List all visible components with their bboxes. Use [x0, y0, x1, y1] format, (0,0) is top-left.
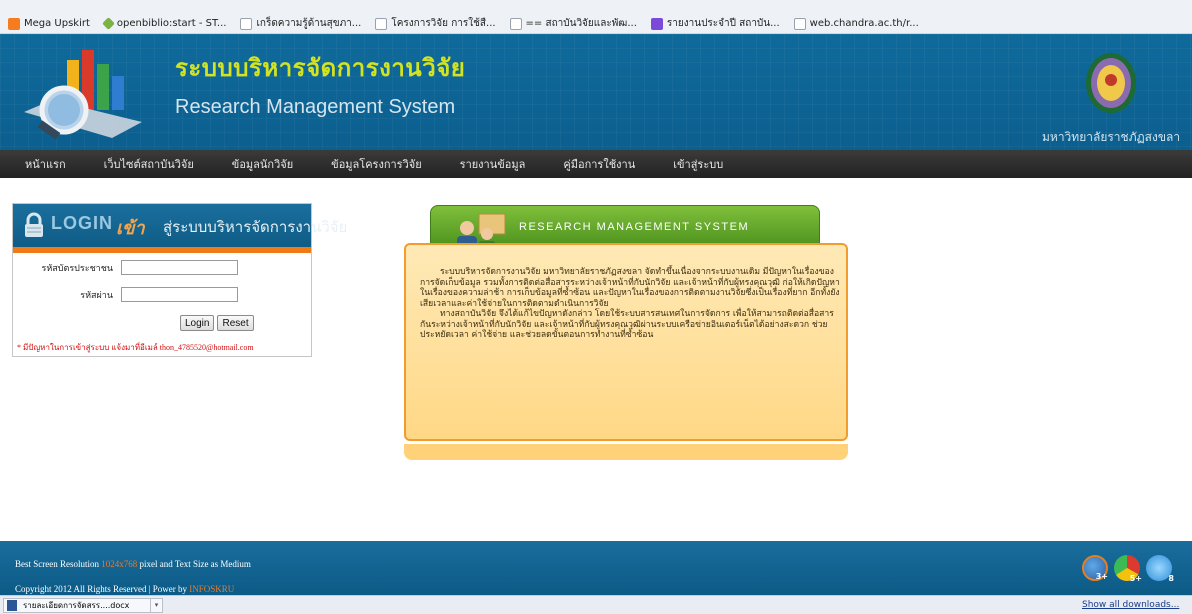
browser-top-strip — [0, 0, 1192, 14]
info-text: ระบบบริหารจัดการงานวิจัย มหาวิทยาลัยราชภ… — [420, 267, 840, 341]
university-seal-icon — [1086, 53, 1136, 113]
nav-reports[interactable]: รายงานข้อมูล — [460, 155, 526, 173]
lock-icon — [25, 212, 43, 237]
page-icon — [240, 17, 253, 30]
info-paragraph: ระบบบริหารจัดการงานวิจัย มหาวิทยาลัยราชภ… — [420, 267, 840, 309]
site-header: ระบบบริหารจัดการงานวิจัย Research Manage… — [0, 34, 1192, 150]
id-label: รหัสบัตรประชาชน — [41, 263, 113, 274]
site-footer: Best Screen Resolution 1024x768 pixel an… — [0, 541, 1192, 595]
footer-copyright: Copyright 2012 All Rights Reserved | Pow… — [15, 584, 235, 594]
reset-button[interactable]: Reset — [217, 315, 254, 331]
downloads-bar: รายละเอียดการจัดสรร....docx ▾ Show all d… — [0, 595, 1192, 614]
bookmark-item[interactable]: รายงานประจำปี สถาบัน... — [650, 16, 780, 31]
bookmark-item[interactable]: เกร็ดความรู้ด้านสุขภา... — [240, 16, 361, 31]
bookmark-item[interactable]: Mega Upskirt — [8, 17, 90, 30]
blogger-icon — [8, 17, 20, 30]
nav-researchers[interactable]: ข้อมูลนักวิจัย — [232, 155, 293, 173]
nav-institute-website[interactable]: เว็บไซต์สถาบันวิจัย — [104, 155, 194, 173]
password-label: รหัสผ่าน — [80, 290, 113, 301]
nav-manual[interactable]: คู่มือการใช้งาน — [563, 155, 635, 173]
bookmarks-bar: Mega Upskirt openbiblio:start - ST... เก… — [0, 14, 1192, 34]
report-icon — [650, 17, 663, 30]
footer-resolution: 1024x768 — [101, 559, 138, 569]
footer-resolution-note: Best Screen Resolution 1024x768 pixel an… — [15, 559, 251, 569]
chrome-icon: 5+ — [1114, 555, 1142, 583]
nav-home[interactable]: หน้าแรก — [25, 155, 66, 173]
word-document-icon — [7, 600, 17, 611]
password-row: รหัสผ่าน — [13, 287, 238, 302]
show-all-downloads-link[interactable]: Show all downloads... — [1082, 600, 1179, 610]
login-buttons: Login Reset — [180, 315, 254, 331]
login-button[interactable]: Login — [180, 315, 215, 331]
download-item[interactable]: รายละเอียดการจัดสรร....docx ▾ — [3, 598, 163, 613]
firefox-icon: 3+ — [1082, 555, 1108, 581]
bookmark-item[interactable]: openbiblio:start - ST... — [102, 17, 226, 30]
login-heading-login: LOGIN — [51, 213, 113, 233]
chart-magnifier-logo-icon — [24, 50, 142, 140]
site-title-english: Research Management System — [175, 96, 456, 118]
login-heading-enter: เข้า — [116, 218, 145, 239]
bookmark-item[interactable]: web.chandra.ac.th/r... — [793, 17, 919, 30]
login-accent-bar — [13, 247, 311, 253]
login-panel: LOGIN เข้า สู่ระบบบริหารจัดการงานวิจัย ร… — [12, 203, 347, 357]
site-title-thai: ระบบบริหารจัดการงานวิจัย — [175, 54, 466, 82]
nav-login[interactable]: เข้าสู่ระบบ — [673, 155, 723, 173]
browser-support-icons: 3+ 5+ 8 — [1082, 555, 1174, 583]
page-icon — [509, 17, 522, 30]
info-panel-footer — [404, 444, 848, 460]
nav-research-projects[interactable]: ข้อมูลโครงการวิจัย — [331, 155, 421, 173]
main-nav: หน้าแรก เว็บไซต์สถาบันวิจัย ข้อมูลนักวิจ… — [0, 150, 1192, 178]
footer-power-by: INFOSKRU — [189, 584, 235, 594]
leaf-icon — [102, 17, 115, 30]
bookmark-item[interactable]: == สถาบันวิจัยและพัฒ... — [509, 16, 637, 31]
page-icon — [793, 17, 806, 30]
info-panel: ระบบบริหารจัดการงานวิจัย มหาวิทยาลัยราชภ… — [404, 243, 848, 441]
login-help-note: * มีปัญหาในการเข้าสู่ระบบ แจ้งมาที่อีเมล… — [17, 343, 254, 352]
id-row: รหัสบัตรประชาชน — [13, 260, 238, 275]
university-name: มหาวิทยาลัยราชภัฏสงขลา — [1042, 130, 1181, 144]
info-paragraph: ทางสถาบันวิจัย จึงได้แก้ไขปัญหาดังกล่าว … — [420, 309, 834, 340]
rms-tab-label: RESEARCH MANAGEMENT SYSTEM — [519, 221, 750, 233]
page-icon — [375, 17, 388, 30]
login-header: LOGIN เข้า สู่ระบบบริหารจัดการงานวิจัย — [13, 204, 347, 247]
chevron-down-icon[interactable]: ▾ — [150, 599, 162, 612]
bookmark-item[interactable]: โครงการวิจัย การใช้สื... — [375, 16, 496, 31]
login-heading-system: สู่ระบบบริหารจัดการงานวิจัย — [163, 218, 348, 236]
id-input[interactable] — [121, 260, 238, 275]
internet-explorer-icon: 8 — [1146, 555, 1174, 583]
password-input[interactable] — [121, 287, 238, 302]
download-filename: รายละเอียดการจัดสรร....docx — [23, 601, 130, 610]
